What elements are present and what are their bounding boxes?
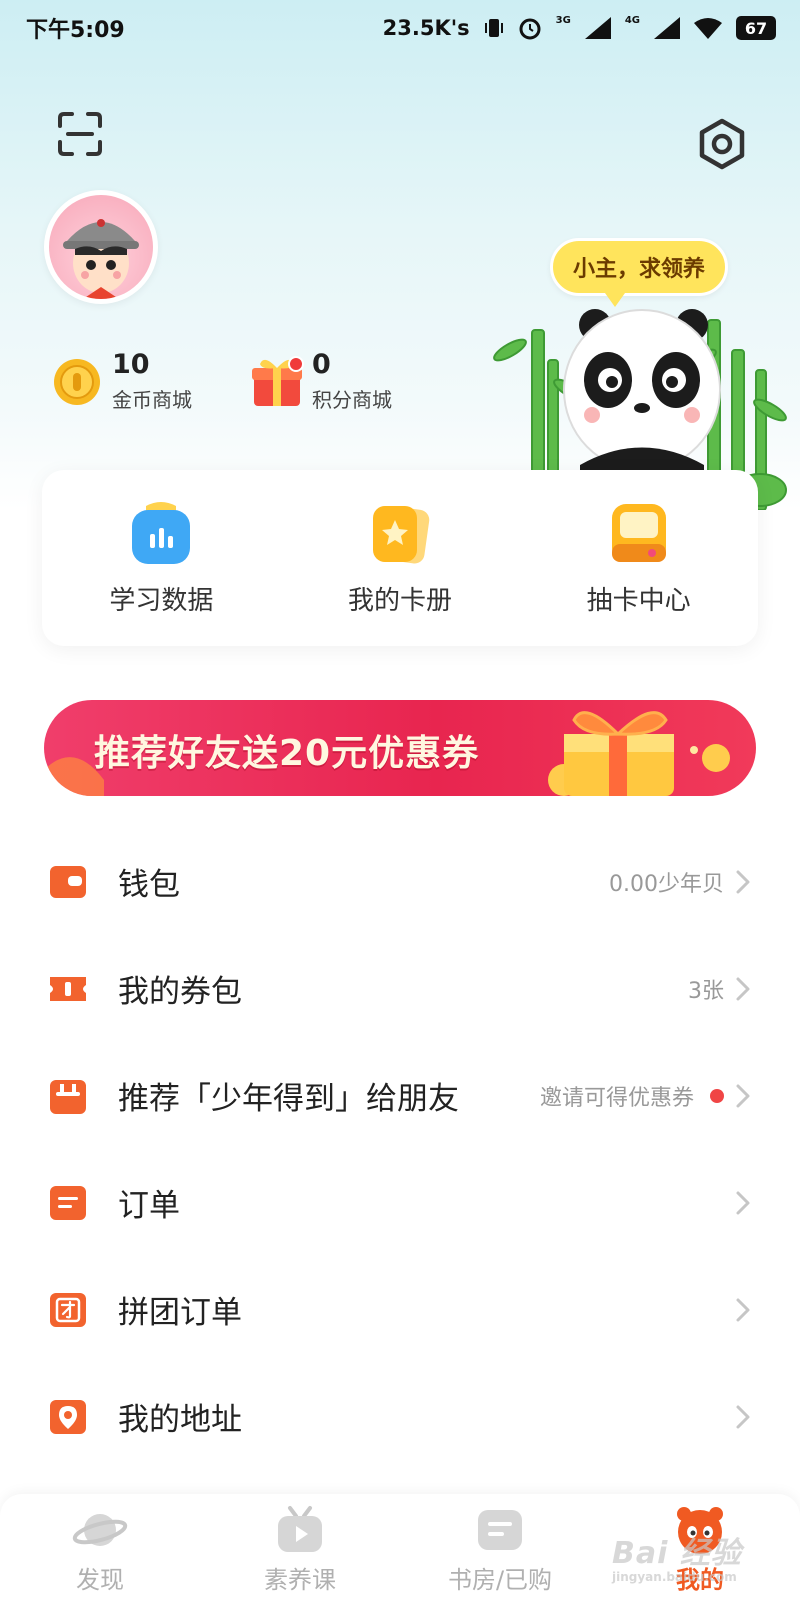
menu-label: 我的地址	[118, 1402, 242, 1438]
gold-coin-icon	[54, 358, 100, 405]
book-icon	[478, 1510, 522, 1550]
status-icons: 23.5K's 3G 4G 67	[382, 14, 776, 40]
menu-value: 邀请可得优惠券	[539, 1085, 694, 1111]
menu-value: 0.00少年贝	[609, 871, 724, 897]
mascot-speech-bubble[interactable]: 小主，求领养	[550, 238, 729, 307]
menu-item-address[interactable]: 我的地址	[0, 1363, 800, 1470]
points-mall-entry[interactable]: 0 积分商城	[250, 350, 392, 413]
tab-label: 发现	[76, 1566, 124, 1594]
menu-label: 订单	[118, 1188, 180, 1224]
vibrate-icon	[484, 19, 503, 37]
status-bar: 下午5:09 23.5K's 3G 4G 67	[0, 0, 800, 56]
study-data-button[interactable]: 学习数据	[61, 500, 261, 617]
card-machine-icon	[611, 503, 666, 562]
menu-item-wallet[interactable]: 钱包 0.00少年贝	[0, 828, 800, 935]
planet-icon	[72, 1514, 128, 1546]
watermark-sub: jingyan.baidu.com	[612, 1570, 737, 1584]
scan-icon[interactable]	[56, 110, 104, 158]
menu-value: 3张	[688, 978, 724, 1004]
menu-label: 拼团订单	[118, 1295, 242, 1331]
wallet-icon	[50, 865, 86, 898]
card-album-icon	[372, 505, 430, 564]
card-album-button[interactable]: 我的卡册	[300, 500, 500, 617]
tv-icon	[278, 1506, 322, 1552]
baidu-watermark: Bai 经验 jingyan.baidu.com	[612, 1528, 742, 1584]
coupon-icon	[50, 976, 86, 1001]
network-3g-label: 3G	[555, 14, 571, 26]
signal-icon	[584, 17, 611, 39]
battery-indicator: 67	[736, 16, 776, 40]
card-draw-center-button[interactable]: 抽卡中心	[539, 500, 739, 617]
gift-box-icon	[50, 1079, 86, 1114]
tab-literacy-course[interactable]: 素养课	[200, 1494, 400, 1600]
menu-value-with-dot: 邀请可得优惠券	[540, 1080, 724, 1112]
menu-label: 我的券包	[118, 974, 242, 1010]
settings-icon[interactable]	[696, 118, 748, 170]
tab-label: 书房/已购	[447, 1566, 553, 1594]
signal-icon	[654, 17, 680, 39]
referral-banner[interactable]: 推荐好友送20元优惠券	[44, 700, 756, 796]
tab-discover[interactable]: 发现	[0, 1494, 200, 1600]
tab-label: 素养课	[264, 1566, 336, 1594]
group-order-icon	[50, 1292, 86, 1327]
chevron-right-icon	[736, 977, 750, 1000]
quick-actions-card: 学习数据 我的卡册 抽卡中心	[42, 470, 758, 646]
watermark-main: Bai 经验	[612, 1536, 742, 1571]
menu-label: 钱包	[118, 867, 180, 903]
coin-count: 10	[112, 349, 150, 380]
wifi-icon	[694, 18, 722, 39]
coin-mall-entry[interactable]: 10 金币商城	[52, 350, 192, 413]
status-time: 下午5:09	[26, 18, 125, 43]
network-4g-label: 4G	[624, 14, 640, 26]
order-icon	[50, 1185, 86, 1220]
chevron-right-icon	[736, 1191, 750, 1214]
study-data-label: 学习数据	[109, 585, 214, 616]
tab-bookroom[interactable]: 书房/已购	[400, 1494, 600, 1600]
chevron-right-icon	[736, 870, 750, 893]
network-speed: 23.5K's	[382, 16, 470, 40]
gift-icon	[252, 355, 304, 406]
banner-text: 推荐好友送20元优惠券	[94, 733, 480, 774]
menu-list: 钱包 0.00少年贝 我的券包 3张 推荐「少年得到」给朋友 邀请可得优惠券 订…	[0, 828, 800, 1470]
chevron-right-icon	[736, 1405, 750, 1428]
avatar[interactable]	[44, 190, 158, 304]
card-album-label: 我的卡册	[347, 585, 452, 616]
location-icon	[50, 1399, 86, 1434]
notification-dot	[710, 1088, 724, 1103]
menu-item-group-orders[interactable]: 拼团订单	[0, 1256, 800, 1363]
bar-chart-icon	[132, 501, 191, 564]
chevron-right-icon	[736, 1298, 750, 1321]
card-draw-center-label: 抽卡中心	[586, 585, 691, 616]
menu-item-recommend[interactable]: 推荐「少年得到」给朋友 邀请可得优惠券	[0, 1042, 800, 1149]
menu-item-orders[interactable]: 订单	[0, 1149, 800, 1256]
chevron-right-icon	[736, 1084, 750, 1107]
menu-item-coupons[interactable]: 我的券包 3张	[0, 935, 800, 1042]
avatar-image	[49, 195, 153, 299]
alarm-icon	[519, 18, 541, 40]
menu-label: 推荐「少年得到」给朋友	[118, 1081, 459, 1117]
boy-avatar-illustration	[63, 219, 139, 299]
points-mall-label: 积分商城	[312, 388, 392, 412]
coin-mall-label: 金币商城	[112, 388, 192, 412]
points-count: 0	[312, 349, 331, 380]
